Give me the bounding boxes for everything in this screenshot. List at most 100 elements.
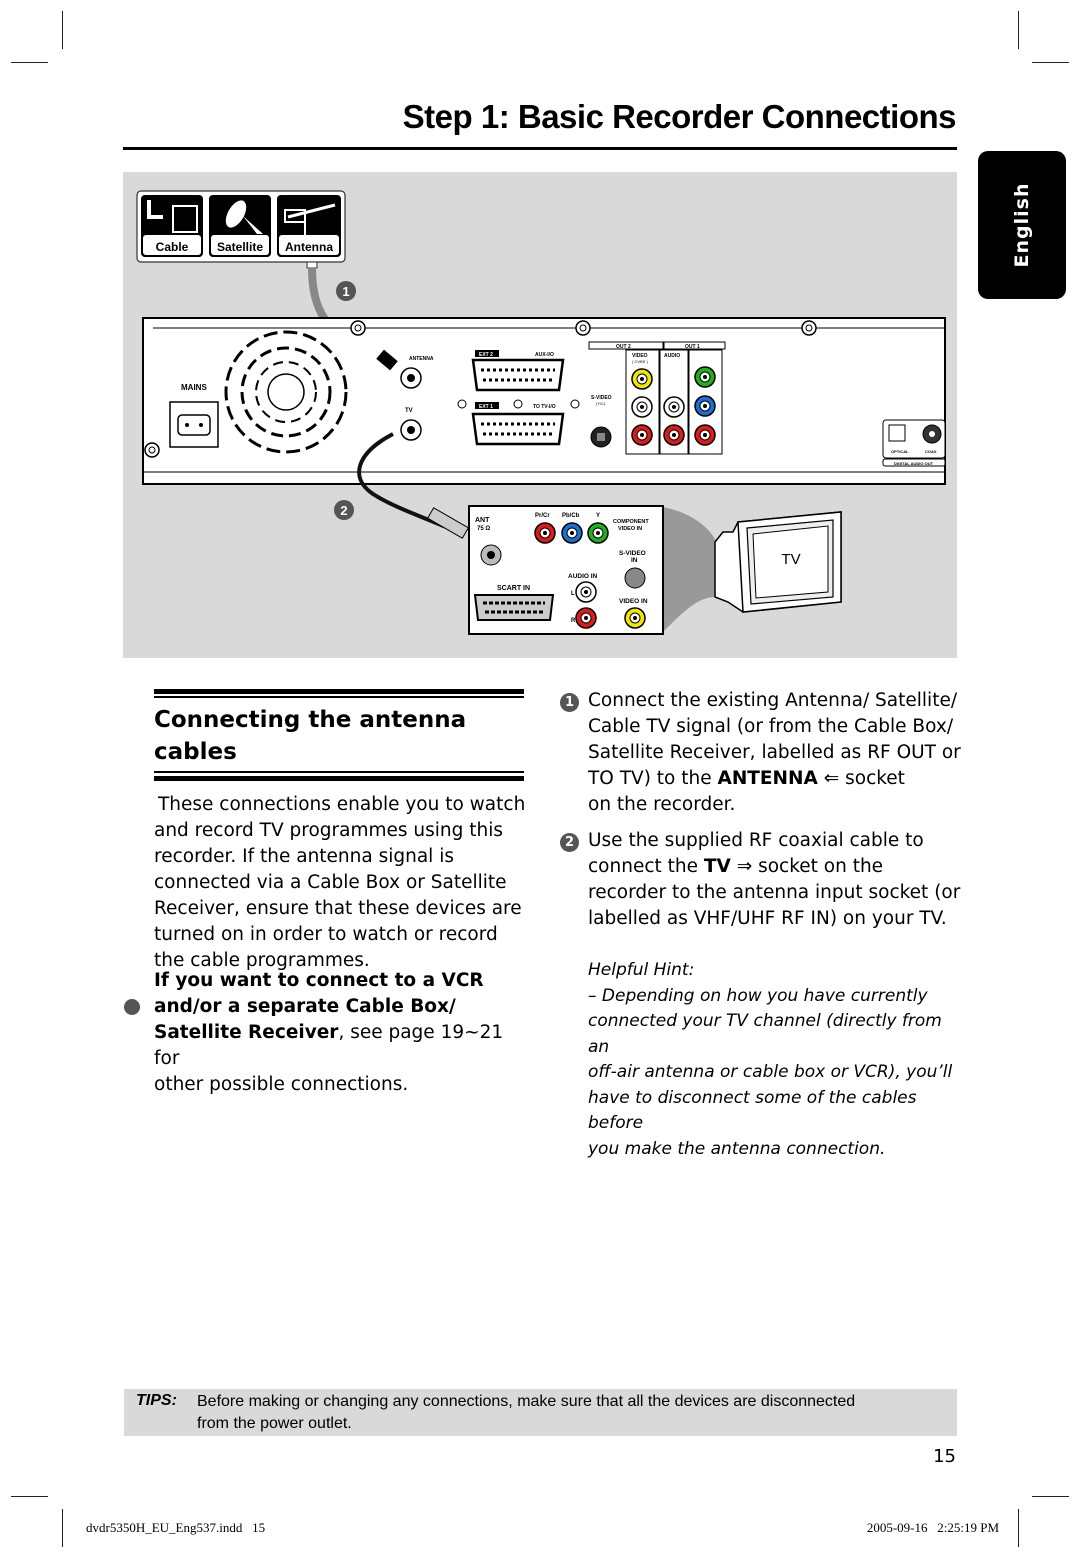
y-label: Y (596, 513, 600, 519)
title-rule (123, 147, 957, 150)
section-rule (154, 689, 524, 694)
step-number-2: 2 (560, 833, 579, 852)
step-line: labelled as VHF/UHF RF IN) on your TV. (588, 908, 947, 929)
coax-label: COAX (925, 449, 937, 454)
step-line: connect the (588, 856, 704, 877)
tv-label: TV (781, 551, 800, 568)
intro-line: connected via a Cable Box or Satellite (154, 872, 507, 893)
hint-line: connected your TV channel (directly from… (588, 1011, 942, 1057)
tips-box: TIPS: Before making or changing any conn… (124, 1389, 957, 1436)
ext2-label: EXT 2 (479, 352, 493, 358)
digital-audio-out-label: DIGITAL AUDIO OUT (894, 461, 934, 466)
satellite-source-icon: Satellite (209, 195, 271, 257)
svideo-in-sub-label: IN (631, 557, 638, 564)
step-line: on the recorder. (588, 794, 736, 815)
step-line: Connect the existing Antenna/ Satellite/ (588, 690, 958, 711)
step-line: Use the supplied RF coaxial cable to (588, 830, 924, 851)
tv-svideo-socket-icon (624, 567, 646, 589)
step-line: Satellite Receiver, labelled as RF OUT o… (588, 742, 961, 763)
component-label: COMPONENT (613, 519, 649, 525)
tv-socket-label: TV (405, 408, 413, 414)
scart-in-label: SCART IN (497, 585, 530, 592)
step-2-text: Use the supplied RF coaxial cable to con… (588, 828, 968, 932)
component-pb-out-jack (694, 395, 716, 417)
crop-mark (62, 11, 63, 49)
out2-label: OUT 2 (616, 344, 631, 350)
step-line: Cable TV signal (or from the Cable Box/ (588, 716, 954, 737)
language-tab: English (978, 151, 1066, 299)
tips-text: Before making or changing any connection… (197, 1391, 947, 1434)
video-out-jack (631, 368, 653, 390)
step-line: recorder to the antenna input socket (or (588, 882, 961, 903)
intro-line: recorder. If the antenna signal is (154, 846, 454, 867)
mains-label: MAINS (181, 383, 207, 392)
panel-connector-swoosh (663, 507, 718, 632)
step-line: socket (839, 768, 905, 789)
svg-text:2: 2 (340, 503, 347, 518)
crop-mark (11, 1496, 48, 1497)
antenna-label: Antenna (285, 240, 333, 254)
cable-source-icon: Cable (141, 195, 203, 257)
connection-diagram-svg: Cable Satellite Antenna 1 MAINS ANTENNA … (136, 190, 946, 635)
hint-line: – Depending on how you have currently (588, 985, 928, 1006)
footer-timestamp: 2005-09-16 2:25:19 PM (866, 1520, 999, 1535)
component-y-out-jack (694, 366, 716, 388)
section-title-line: Connecting the antenna (154, 707, 467, 733)
section-title-line: cables (154, 739, 237, 765)
svideo-out-socket-icon (590, 426, 612, 448)
ant-label: ANT (475, 517, 490, 524)
ext1-label: EXT 1 (479, 404, 493, 410)
audio-label: AUDIO (664, 353, 680, 359)
intro-line: and record TV programmes using this (154, 820, 503, 841)
crop-mark (1018, 11, 1019, 49)
section-rule (154, 696, 524, 698)
tv-component-pr-jack (534, 522, 556, 544)
tv-illustration: TV (714, 511, 842, 613)
ohm-label: 75 Ω (477, 526, 490, 532)
screw-icon (350, 320, 366, 336)
antenna-in-icon: ⇐ (817, 768, 840, 789)
pb-label: Pb/Cb (562, 513, 580, 519)
tips-label: TIPS: (136, 1392, 177, 1409)
crop-mark (1032, 1496, 1069, 1497)
step-number-1: 1 (560, 693, 579, 712)
hint-line: you make the antenna connection. (588, 1138, 886, 1159)
svideo-sub-label: (Y/C) (596, 401, 606, 406)
vcr-note-bold: If you want to connect to a VCR (154, 970, 484, 991)
optical-label: OPTICAL (891, 449, 909, 454)
scart-ext2-icon (471, 358, 565, 392)
footer-filename: dvdr5350H_EU_Eng537.indd 15 (86, 1520, 266, 1535)
tv-component-pb-jack (561, 522, 583, 544)
cvbs-label: ( CVBS ) (632, 359, 648, 364)
intro-line: These connections enable you to watch (158, 794, 526, 815)
crop-mark (1018, 1509, 1019, 1547)
step-line: socket on the (752, 856, 884, 877)
audio-in-label: AUDIO IN (568, 573, 598, 580)
page-title: Step 1: Basic Recorder Connections (402, 98, 957, 135)
svg-text:1: 1 (342, 284, 349, 299)
satellite-label: Satellite (217, 240, 263, 254)
page-number: 15 (933, 1446, 956, 1467)
tv-out-socket-icon (400, 419, 422, 441)
to-tv-label: TO TV-I/O (533, 404, 556, 410)
cable-label: Cable (156, 240, 189, 254)
audio-l-label: L (571, 591, 575, 597)
audio-r-label: R (571, 618, 576, 624)
step-marker-2: 2 (334, 500, 354, 520)
step-1-text: Connect the existing Antenna/ Satellite/… (588, 688, 968, 818)
section-rule (154, 771, 524, 773)
intro-paragraph: These connections enable you to watch an… (154, 792, 534, 974)
scart-ext1-icon (471, 412, 565, 446)
bullet-icon (124, 999, 140, 1015)
tv-video-in-jack (624, 607, 646, 629)
tv-audio-l-jack (575, 581, 597, 603)
antenna-keyword: ANTENNA (717, 768, 818, 789)
tv-audio-r-jack (575, 607, 597, 629)
svideo-in-label: S-VIDEO (619, 550, 646, 557)
digital-audio-out: OPTICAL COAX DIGITAL AUDIO OUT (882, 419, 946, 467)
vcr-note-bold: Satellite Receiver (154, 1022, 339, 1043)
language-label: English (1011, 182, 1033, 268)
hint-line: have to disconnect some of the cables be… (588, 1087, 917, 1134)
helpful-hint: Helpful Hint: – Depending on how you hav… (588, 958, 960, 1162)
mains-socket-icon (169, 401, 219, 448)
